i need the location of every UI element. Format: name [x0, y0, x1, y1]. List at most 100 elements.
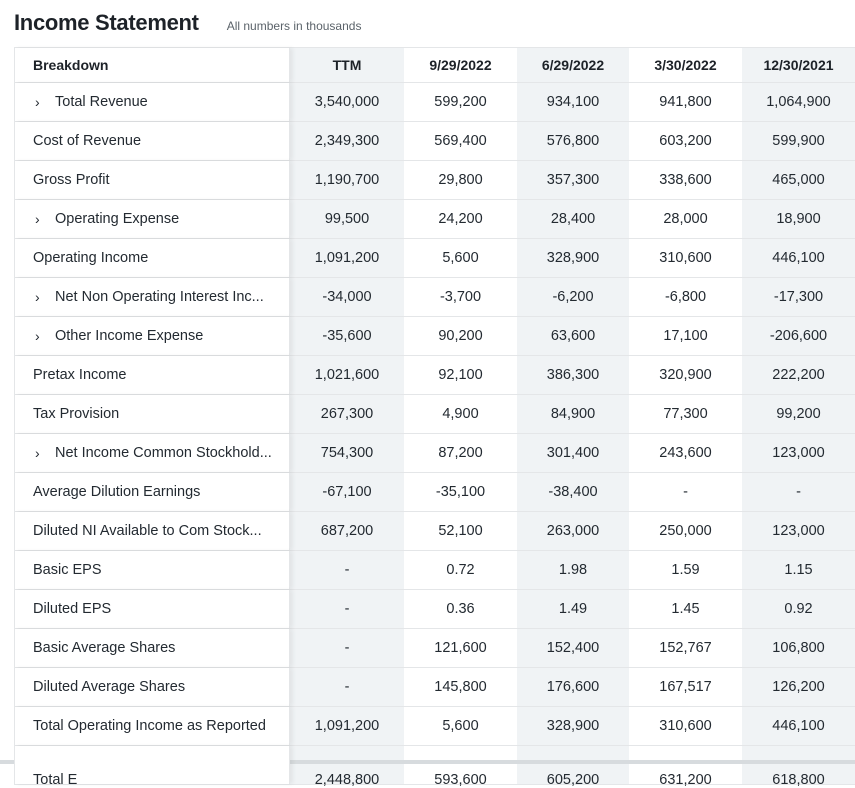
value-cell: 310,600: [659, 250, 712, 266]
value-cell: 90,200: [438, 328, 483, 344]
page-title: Income Statement: [14, 10, 199, 35]
value-cell: 446,100: [742, 239, 855, 277]
value-cell: -17,300: [742, 278, 855, 316]
value-cell: -: [290, 668, 404, 706]
value-cell: 1.49: [517, 590, 629, 628]
value-cell: 121,600: [434, 640, 487, 656]
row-label[interactable]: › Operating Expense: [14, 200, 290, 238]
value-cell: 465,000: [742, 161, 855, 199]
value-cell: -6,800: [664, 289, 707, 305]
value-cell: 99,500: [290, 200, 404, 238]
row-label-text: Total Operating Income as Reported: [33, 718, 266, 734]
row-label: Total Operating Income as Reported: [14, 707, 290, 745]
column-header-date[interactable]: 9/29/2022: [404, 48, 517, 82]
value-cell: 1.59: [671, 562, 700, 578]
table-row: Tax Provision 267,300 4,900 84,900 77,300 99,…: [14, 395, 855, 434]
value-cell: 29,800: [438, 172, 483, 188]
value-cell: -34,000: [290, 278, 404, 316]
row-label: Average Dilution Earnings: [14, 473, 290, 511]
row-label[interactable]: › Net Income Common Stockhold...: [14, 434, 290, 472]
table-row: › Net Income Common Stockhold... 754,300 87…: [14, 434, 855, 473]
chevron-right-icon[interactable]: ›: [35, 94, 49, 110]
income-statement-table: Breakdown TTM 9/29/2022 6/29/2022 3/30/2…: [14, 47, 855, 788]
table-row: Diluted Average Shares - 145,800 176,600 167…: [14, 668, 855, 707]
value-cell: 576,800: [517, 122, 629, 160]
table-row: Basic Average Shares - 121,600 152,400 152,7…: [14, 629, 855, 668]
value-cell: 106,800: [742, 629, 855, 667]
value-cell: 126,200: [742, 668, 855, 706]
value-cell: 941,800: [659, 94, 712, 110]
value-cell: -: [683, 484, 688, 500]
row-label: Basic EPS: [14, 551, 290, 589]
value-cell: 593,600: [434, 772, 487, 788]
value-cell: 5,600: [442, 250, 479, 266]
value-cell: 1,021,600: [290, 356, 404, 394]
value-cell: 1,091,200: [290, 239, 404, 277]
column-header-ttm[interactable]: TTM: [290, 48, 404, 82]
table-row: Gross Profit 1,190,700 29,800 357,300 338,60…: [14, 161, 855, 200]
value-cell: 123,000: [742, 434, 855, 472]
value-cell: 1,190,700: [290, 161, 404, 199]
table-row: Cost of Revenue 2,349,300 569,400 576,800 60…: [14, 122, 855, 161]
chevron-right-icon[interactable]: ›: [35, 211, 49, 227]
chevron-right-icon[interactable]: ›: [35, 328, 49, 344]
value-cell: -: [290, 590, 404, 628]
chevron-right-icon[interactable]: ›: [35, 445, 49, 461]
value-cell: 1.98: [517, 551, 629, 589]
table-row: Total E 2,448,800 593,600 605,200 631,200 618…: [14, 746, 855, 788]
value-cell: 357,300: [517, 161, 629, 199]
value-cell: -35,100: [435, 484, 486, 500]
value-cell: 934,100: [517, 83, 629, 121]
value-cell: 328,900: [517, 239, 629, 277]
value-cell: 0.72: [446, 562, 475, 578]
value-cell: 18,900: [742, 200, 855, 238]
value-cell: -: [290, 551, 404, 589]
value-cell: 569,400: [434, 133, 487, 149]
column-header-breakdown[interactable]: Breakdown: [14, 48, 290, 82]
value-cell: 152,400: [517, 629, 629, 667]
row-label[interactable]: › Other Income Expense: [14, 317, 290, 355]
table-row: Diluted NI Available to Com Stock... 687,…: [14, 512, 855, 551]
row-label: Basic Average Shares: [14, 629, 290, 667]
row-label: Diluted NI Available to Com Stock...: [14, 512, 290, 550]
value-cell: 301,400: [517, 434, 629, 472]
value-cell: 386,300: [517, 356, 629, 394]
value-cell: 99,200: [742, 395, 855, 433]
value-cell: 17,100: [663, 328, 708, 344]
column-header-date[interactable]: 12/30/2021: [742, 48, 855, 82]
value-cell: 176,600: [517, 668, 629, 706]
value-cell: 28,000: [663, 211, 708, 227]
value-cell: 599,200: [434, 94, 487, 110]
row-label-text: Diluted Average Shares: [33, 679, 186, 695]
table-row: › Net Non Operating Interest Inc... -34,00…: [14, 278, 855, 317]
value-cell: 3,540,000: [290, 83, 404, 121]
column-header-date[interactable]: 6/29/2022: [517, 48, 629, 82]
value-cell: 167,517: [659, 679, 712, 695]
value-cell: 4,900: [442, 406, 479, 422]
row-label-text: Gross Profit: [33, 172, 110, 188]
value-cell: 84,900: [517, 395, 629, 433]
value-cell: 92,100: [438, 367, 483, 383]
column-header-date[interactable]: 3/30/2022: [629, 48, 742, 82]
row-label[interactable]: › Net Non Operating Interest Inc...: [14, 278, 290, 316]
value-cell: 603,200: [659, 133, 712, 149]
value-cell: 222,200: [742, 356, 855, 394]
value-cell: 446,100: [742, 707, 855, 745]
value-cell: 24,200: [438, 211, 483, 227]
row-label: Cost of Revenue: [14, 122, 290, 160]
row-label: Pretax Income: [14, 356, 290, 394]
value-cell: 28,400: [517, 200, 629, 238]
value-cell: 320,900: [659, 367, 712, 383]
row-label[interactable]: › Total Revenue: [14, 83, 290, 121]
value-cell: 605,200: [517, 746, 629, 788]
table-row: › Total Revenue 3,540,000 599,200 934,100 941…: [14, 83, 855, 122]
row-label-text: Operating Income: [33, 250, 149, 266]
chevron-right-icon[interactable]: ›: [35, 289, 49, 305]
value-cell: -35,600: [290, 317, 404, 355]
value-cell: 618,800: [742, 746, 855, 788]
row-label: Tax Provision: [14, 395, 290, 433]
row-label-text: Basic EPS: [33, 562, 102, 578]
value-cell: 599,900: [742, 122, 855, 160]
value-cell: 328,900: [517, 707, 629, 745]
value-cell: 250,000: [659, 523, 712, 539]
